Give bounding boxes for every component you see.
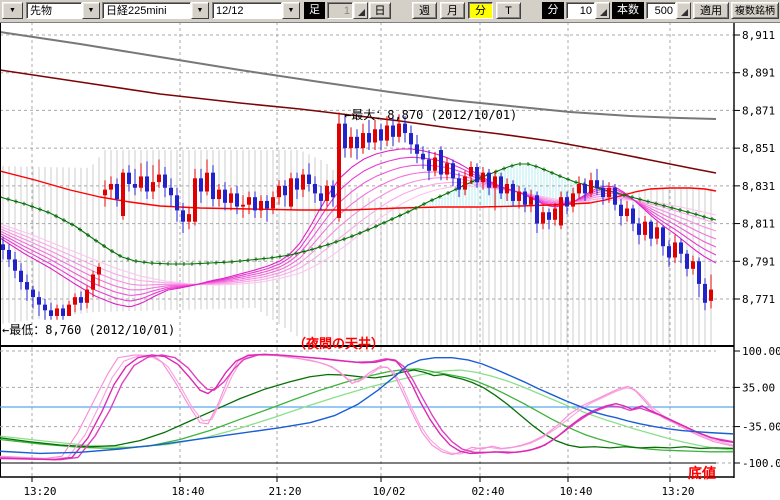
contract-combobox[interactable]: 12/12 ▼	[212, 2, 300, 19]
chevron-down-icon[interactable]: ▼	[2, 2, 23, 19]
price-axis-label: 8,851	[742, 142, 775, 155]
bars-count-stepper[interactable]: 500	[646, 2, 691, 19]
annotation-night-ceiling: （夜間の天井）	[293, 333, 384, 352]
symbol-value: 日経225mini	[102, 2, 191, 19]
category-combobox[interactable]: 先物 ▼	[26, 2, 100, 19]
price-axis-label: 8,831	[742, 180, 775, 193]
price-axis-label: 8,791	[742, 255, 775, 268]
chevron-down-icon[interactable]: ▼	[282, 2, 300, 19]
category-value: 先物	[26, 2, 82, 19]
time-axis-label: 10:40	[559, 485, 592, 498]
minute-label: 分	[542, 2, 564, 19]
minute-interval-stepper[interactable]: 10	[566, 2, 610, 19]
contract-value: 12/12	[212, 2, 282, 19]
price-chart-svg: 8,911 8,891 8,871 8,851 8,831 8,811 8,791 8,771…	[0, 0, 780, 500]
time-axis-label: 02:40	[471, 485, 504, 498]
chevron-down-icon[interactable]: ▼	[191, 2, 209, 19]
spinner-icon[interactable]	[676, 2, 691, 19]
osc-axis-label: -100.00	[742, 457, 780, 470]
ashi-label: 足	[304, 2, 325, 19]
price-axis-label: 8,871	[742, 104, 775, 117]
time-axis-label: 18:40	[171, 485, 204, 498]
price-axis-label: 8,811	[742, 218, 775, 231]
time-axis-label: 21:20	[268, 485, 301, 498]
annotation-min-price: ←最低：8,760 (2012/10/01)	[2, 321, 175, 338]
period-button-day[interactable]: 日	[369, 2, 391, 19]
time-axis-label: 13:20	[23, 485, 56, 498]
period-button-minute[interactable]: 分	[468, 2, 493, 19]
osc-axis-label: -35.00	[742, 421, 780, 434]
bars-count-value: 500	[646, 2, 676, 19]
ashi-stepper[interactable]: 1	[327, 2, 368, 19]
period-button-tick[interactable]: T	[496, 2, 521, 19]
period-button-week[interactable]: 週	[412, 2, 437, 19]
spinner-icon[interactable]	[595, 2, 610, 19]
annotation-bottom-value: 底値	[688, 463, 716, 483]
ashi-value: 1	[327, 2, 353, 19]
price-axis-label: 8,771	[742, 293, 775, 306]
bars-label: 本数	[612, 2, 644, 19]
time-axis-label: 13:20	[661, 485, 694, 498]
period-button-month[interactable]: 月	[440, 2, 465, 19]
osc-axis-label: 100.00	[742, 345, 780, 358]
osc-axis-label: 35.00	[742, 381, 775, 394]
time-axis-label: 10/02	[372, 485, 405, 498]
chart-canvas[interactable]: 8,911 8,891 8,871 8,851 8,831 8,811 8,791 8,771…	[0, 0, 780, 500]
chevron-down-icon[interactable]: ▼	[82, 2, 100, 19]
apply-button[interactable]: 適用	[693, 2, 729, 19]
price-axis-label: 8,911	[742, 29, 775, 42]
chart-window: 8,911 8,891 8,871 8,851 8,831 8,811 8,791 8,771…	[0, 0, 780, 500]
symbol-combobox[interactable]: 日経225mini ▼	[102, 2, 209, 19]
annotation-max-price: ←最大：8,870 (2012/10/01)	[344, 106, 517, 123]
mini-dropdown[interactable]: ▼	[2, 2, 23, 19]
spinner-icon[interactable]	[353, 2, 368, 19]
minute-interval-value: 10	[566, 2, 595, 19]
multi-symbol-button[interactable]: 複数銘柄	[731, 2, 779, 19]
toolbar: ▼ 先物 ▼ 日経225mini ▼ 12/12 ▼ 足 1 日 週 月 分 T…	[0, 0, 780, 23]
price-axis-label: 8,891	[742, 67, 775, 80]
